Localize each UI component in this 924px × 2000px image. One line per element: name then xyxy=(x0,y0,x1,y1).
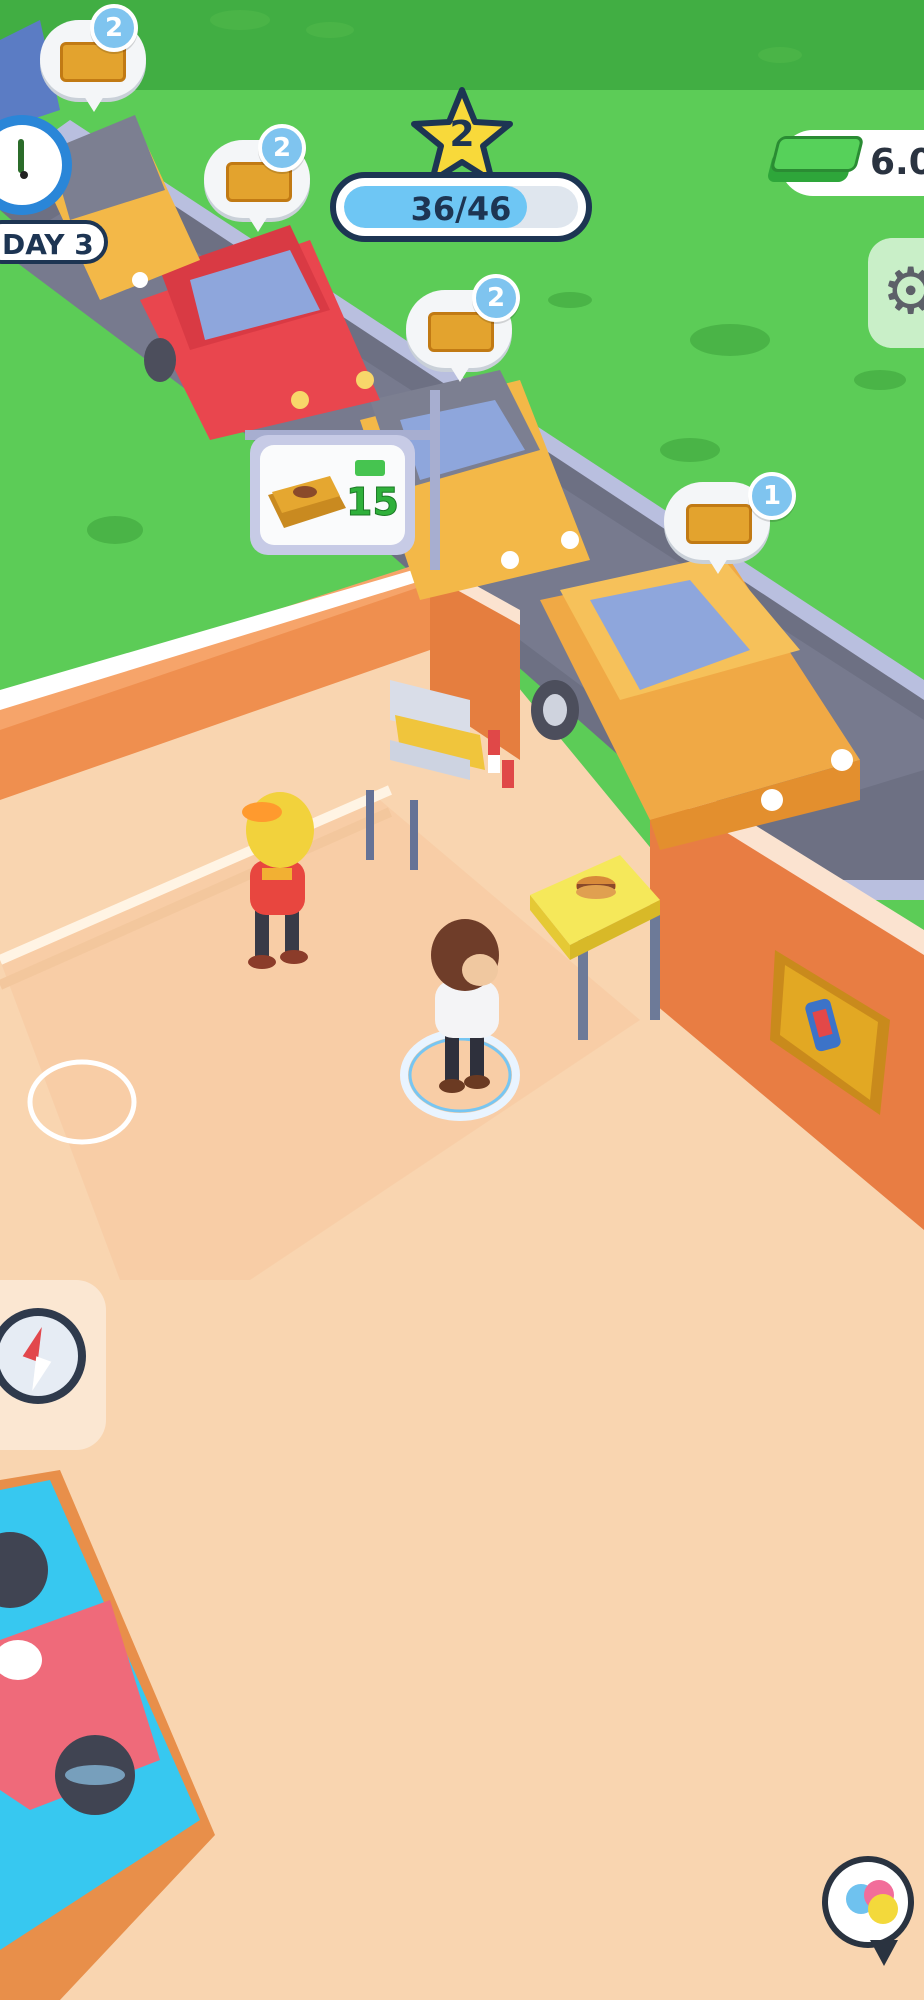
chat-button-tail xyxy=(870,1940,898,1966)
xp-progress-text: 36/46 xyxy=(410,190,512,228)
order-count-badge: 2 xyxy=(472,274,520,322)
order-count-badge: 2 xyxy=(258,124,306,172)
xp-bar: 36/46 xyxy=(330,172,592,242)
compass-button[interactable] xyxy=(0,1280,106,1450)
cash-stack-icon xyxy=(764,124,865,196)
day-label: DAY 3 xyxy=(2,228,94,261)
settings-button[interactable]: ⚙ xyxy=(868,238,924,348)
order-count-badge: 2 xyxy=(90,4,138,52)
alarm-clock-icon xyxy=(0,115,72,215)
level-star: 2 xyxy=(410,86,514,186)
level-number: 2 xyxy=(449,114,475,155)
money-amount: 6.0 xyxy=(870,142,924,183)
day-timer: DAY 3 xyxy=(0,95,110,275)
day-label-pill: DAY 3 xyxy=(0,220,108,264)
compass-icon xyxy=(0,1308,86,1404)
gear-icon: ⚙ xyxy=(882,255,924,329)
order-count-badge: 1 xyxy=(748,472,796,520)
sign-price: 15 xyxy=(346,480,400,525)
chat-bubble-icon xyxy=(846,1880,902,1930)
burger-box-icon xyxy=(686,504,752,544)
chat-button[interactable] xyxy=(822,1856,914,1948)
